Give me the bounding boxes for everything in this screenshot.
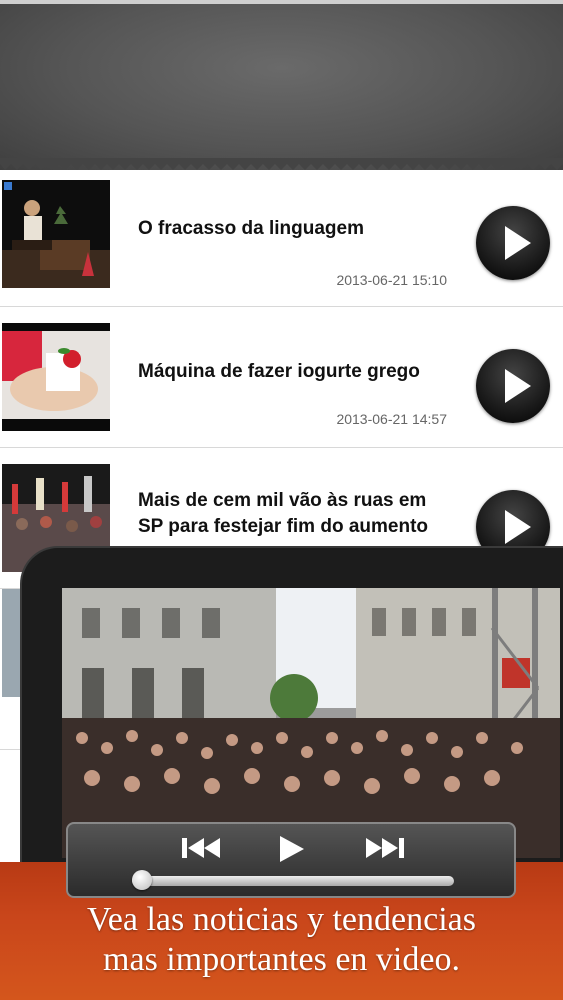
video-player-controls xyxy=(66,822,516,898)
play-button[interactable] xyxy=(476,349,550,423)
progress-slider-knob[interactable] xyxy=(131,870,152,890)
previous-track-icon[interactable] xyxy=(178,834,226,862)
video-thumbnail[interactable] xyxy=(2,323,110,431)
video-thumbnail[interactable] xyxy=(2,180,110,288)
play-icon xyxy=(505,226,531,260)
promo-text: Vea las noticias y tendencias mas import… xyxy=(87,901,476,978)
video-title[interactable]: Máquina de fazer iogurte grego xyxy=(138,359,458,385)
video-timestamp: 2013-06-21 14:57 xyxy=(336,411,447,427)
play-icon xyxy=(505,369,531,403)
header-zigzag-edge xyxy=(0,158,563,170)
video-frame xyxy=(62,588,560,858)
list-item[interactable]: Máquina de fazer iogurte grego 2013-06-2… xyxy=(0,307,563,448)
video-title[interactable]: Mais de cem mil vão às ruas em SP para f… xyxy=(138,488,458,540)
status-strip xyxy=(0,0,563,4)
video-title[interactable]: O fracasso da linguagem xyxy=(138,216,458,242)
video-thumbnail[interactable] xyxy=(2,589,24,697)
next-track-icon[interactable] xyxy=(360,834,408,862)
list-item[interactable]: O fracasso da linguagem 2013-06-21 15:10 xyxy=(0,172,563,307)
progress-slider[interactable] xyxy=(132,876,454,886)
video-timestamp: 2013-06-21 15:10 xyxy=(336,272,447,288)
top-header xyxy=(0,0,563,170)
play-icon[interactable] xyxy=(276,834,308,864)
play-button[interactable] xyxy=(476,206,550,280)
